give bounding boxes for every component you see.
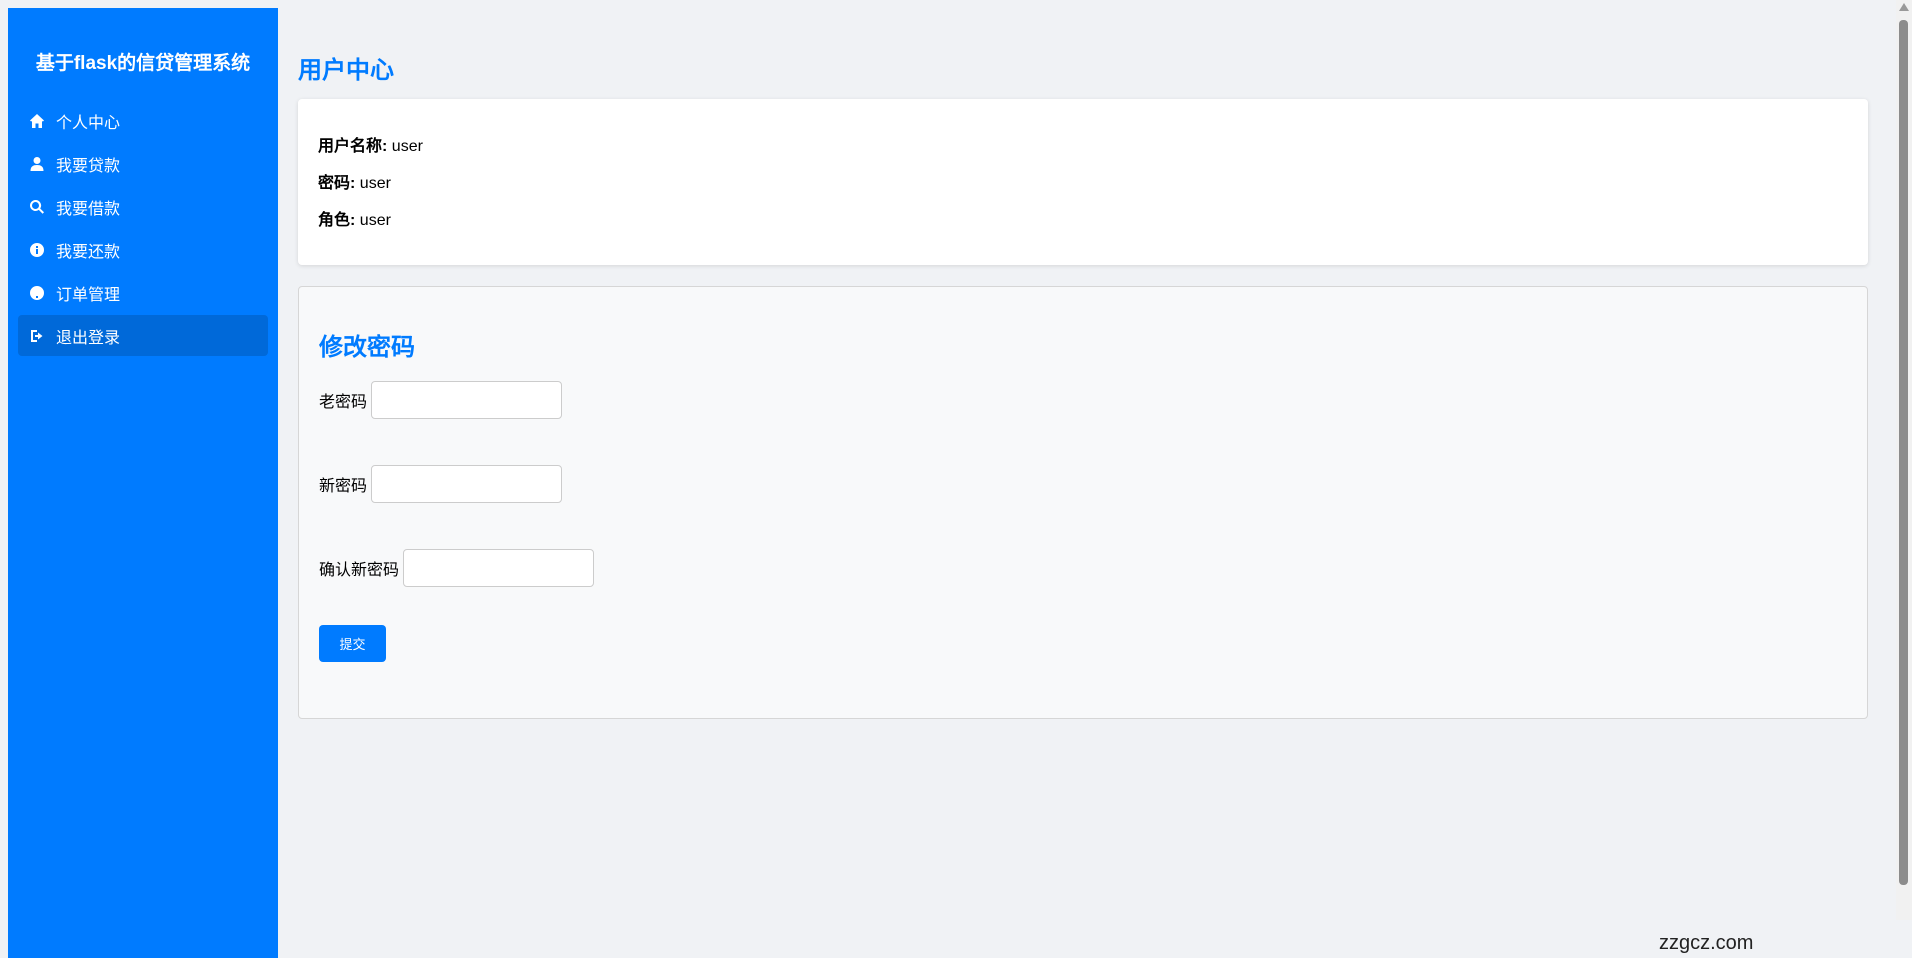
role-row: 角色: user: [318, 206, 1848, 243]
main-content: 用户中心 用户名称: user 密码: user 角色: user 修改密码 老…: [298, 0, 1868, 719]
sidebar-item-loan[interactable]: 我要贷款: [18, 143, 268, 184]
sidebar-item-personal-center[interactable]: 个人中心: [18, 100, 268, 141]
scroll-thumb[interactable]: [1899, 20, 1908, 885]
vertical-scrollbar[interactable]: [1896, 0, 1912, 920]
sidebar-item-label: 我要还款: [56, 243, 121, 261]
sidebar-item-label: 个人中心: [56, 114, 121, 132]
home-icon: [28, 112, 46, 130]
sidebar: 基于flask的信贷管理系统 个人中心 我要贷款 我要借款 我要还款 订单管理: [8, 8, 278, 958]
sidebar-item-borrow[interactable]: 我要借款: [18, 186, 268, 227]
sign-out-icon: [28, 327, 46, 345]
question-icon: [28, 284, 46, 302]
submit-button[interactable]: 提交: [319, 625, 386, 662]
page-title: 用户中心: [298, 57, 394, 84]
username-label: 用户名称:: [318, 138, 388, 155]
new-password-label: 新密码: [319, 478, 368, 495]
sidebar-item-repay[interactable]: 我要还款: [18, 229, 268, 270]
role-value: user: [359, 212, 391, 229]
password-label: 密码:: [318, 175, 356, 192]
sidebar-item-label: 退出登录: [56, 329, 121, 347]
username-row: 用户名称: user: [318, 132, 1848, 169]
sidebar-item-logout[interactable]: 退出登录: [18, 315, 268, 356]
confirm-password-row: 确认新密码: [319, 549, 1847, 587]
user-info-card: 用户名称: user 密码: user 角色: user: [298, 99, 1868, 265]
change-password-title: 修改密码: [319, 334, 415, 361]
sidebar-item-label: 我要借款: [56, 200, 121, 218]
sidebar-item-orders[interactable]: 订单管理: [18, 272, 268, 313]
confirm-password-input[interactable]: [403, 549, 595, 587]
scroll-up-icon[interactable]: [1899, 3, 1909, 11]
old-password-input[interactable]: [371, 381, 563, 419]
old-password-label: 老密码: [319, 394, 368, 411]
user-icon: [28, 155, 46, 173]
watermark: zzgcz.com: [1659, 932, 1754, 954]
password-value: user: [359, 175, 391, 192]
username-value: user: [391, 138, 423, 155]
sidebar-item-label: 订单管理: [56, 286, 121, 304]
change-password-card: 修改密码 老密码 新密码 确认新密码 提交: [298, 286, 1868, 719]
old-password-row: 老密码: [319, 381, 1847, 419]
app-brand: 基于flask的信贷管理系统: [35, 53, 251, 74]
new-password-row: 新密码: [319, 465, 1847, 503]
password-row: 密码: user: [318, 169, 1848, 206]
new-password-input[interactable]: [371, 465, 563, 503]
info-icon: [28, 241, 46, 259]
search-icon: [28, 198, 46, 216]
role-label: 角色:: [318, 212, 356, 229]
confirm-password-label: 确认新密码: [319, 562, 400, 579]
sidebar-item-label: 我要贷款: [56, 157, 121, 175]
